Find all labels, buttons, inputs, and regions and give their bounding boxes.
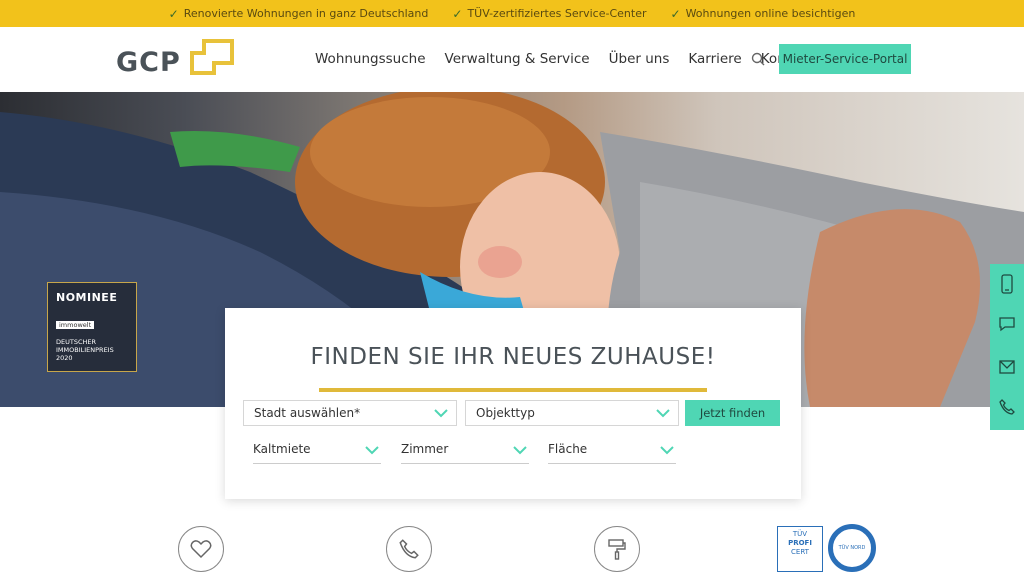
tuev-profi-cert-badge: TÜV PROFI CERT <box>777 526 823 572</box>
paint-roller-icon <box>594 526 640 572</box>
benefit-item: ✓ Wohnungen online besichtigen <box>671 7 856 21</box>
mail-icon[interactable] <box>999 359 1015 378</box>
main-nav: Wohnungssuche Verwaltung & Service Über … <box>315 51 812 67</box>
city-select[interactable]: Stadt auswählen* <box>243 400 457 426</box>
area-filter-label: Fläche <box>548 442 588 456</box>
search-icon[interactable] <box>751 51 765 70</box>
chevron-down-icon <box>656 409 670 418</box>
gcp-logo[interactable]: GCP <box>116 39 236 79</box>
nominee-line-1: DEUTSCHER <box>56 338 97 346</box>
rooms-filter-label: Zimmer <box>401 442 449 456</box>
chevron-down-icon <box>434 409 448 418</box>
nav-verwaltung-service[interactable]: Verwaltung & Service <box>445 51 590 67</box>
nominee-badge: NOMINEE immowelt DEUTSCHER IMMOBILIENPRE… <box>47 282 137 372</box>
chevron-down-icon <box>513 446 527 455</box>
nav-ueber-uns[interactable]: Über uns <box>609 51 670 67</box>
check-icon: ✓ <box>670 6 681 21</box>
top-benefits-bar: ✓ Renovierte Wohnungen in ganz Deutschla… <box>0 0 1024 27</box>
rent-filter-label: Kaltmiete <box>253 442 311 456</box>
benefit-text: Wohnungen online besichtigen <box>685 7 856 20</box>
benefit-text: TÜV-zertifiziertes Service-Center <box>467 7 647 20</box>
chevron-down-icon <box>365 446 379 455</box>
benefit-text: Renovierte Wohnungen in ganz Deutschland <box>183 7 429 20</box>
chat-icon[interactable] <box>999 316 1015 336</box>
rent-filter[interactable]: Kaltmiete <box>253 436 381 464</box>
benefit-item: ✓ Renovierte Wohnungen in ganz Deutschla… <box>169 7 429 21</box>
cert-line-1: TÜV <box>792 530 808 538</box>
area-filter[interactable]: Fläche <box>548 436 676 464</box>
logo-text: GCP <box>116 47 181 78</box>
title-underline <box>319 388 707 392</box>
phone-icon <box>386 526 432 572</box>
search-title: FINDEN SIE IHR NEUES ZUHAUSE! <box>310 344 716 370</box>
property-search-panel: FINDEN SIE IHR NEUES ZUHAUSE! Stadt ausw… <box>225 308 801 499</box>
benefit-item: ✓ TÜV-zertifiziertes Service-Center <box>452 7 646 21</box>
contact-sidebar <box>990 264 1024 430</box>
tuev-nord-badge: TÜV NORD <box>828 524 876 572</box>
check-icon: ✓ <box>452 6 463 21</box>
cert-line-2: PROFI <box>788 539 812 547</box>
cert-line-3: CERT <box>791 548 809 556</box>
heart-icon <box>178 526 224 572</box>
nominee-year: 2020 <box>56 354 73 362</box>
logo-mark-icon <box>190 39 234 75</box>
site-header: GCP Wohnungssuche Verwaltung & Service Ü… <box>0 27 1024 92</box>
phone-icon[interactable] <box>999 399 1015 419</box>
rooms-filter[interactable]: Zimmer <box>401 436 529 464</box>
nominee-line-2: IMMOBILIENPREIS <box>56 346 114 354</box>
city-select-value: Stadt auswählen* <box>254 406 361 420</box>
nominee-title: NOMINEE <box>56 291 118 304</box>
chevron-down-icon <box>660 446 674 455</box>
nav-karriere[interactable]: Karriere <box>688 51 741 67</box>
nominee-text: DEUTSCHER IMMOBILIENPREIS 2020 <box>56 338 126 362</box>
mieter-portal-button[interactable]: Mieter-Service-Portal <box>779 44 911 74</box>
object-type-select[interactable]: Objekttyp <box>465 400 679 426</box>
mobile-icon[interactable] <box>999 274 1015 298</box>
object-type-value: Objekttyp <box>476 406 535 420</box>
tuev-nord-label: TÜV NORD <box>838 545 866 551</box>
nav-wohnungssuche[interactable]: Wohnungssuche <box>315 51 426 67</box>
check-icon: ✓ <box>168 6 179 21</box>
immowelt-logo: immowelt <box>56 321 95 329</box>
search-submit-button[interactable]: Jetzt finden <box>685 400 780 426</box>
